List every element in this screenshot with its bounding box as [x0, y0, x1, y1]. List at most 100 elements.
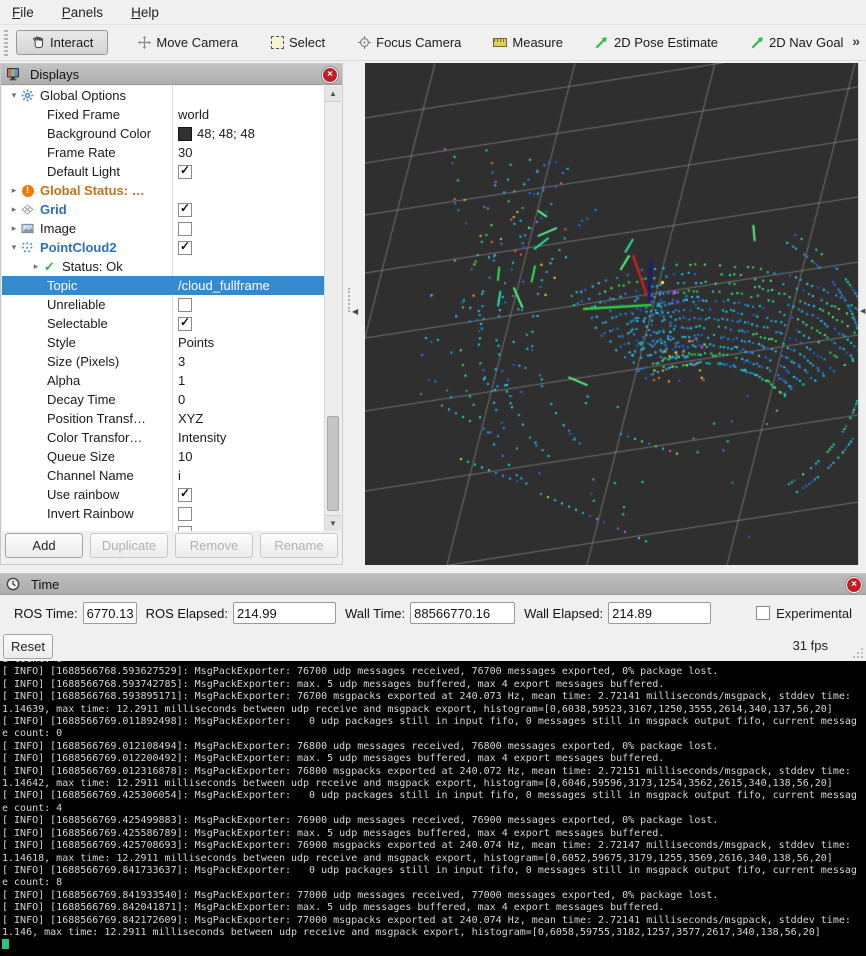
tool-move-camera[interactable]: Move Camera [128, 30, 247, 55]
property-value[interactable] [173, 238, 325, 257]
scrollbar-thumb[interactable] [327, 416, 339, 511]
property-value[interactable]: i [173, 466, 325, 485]
tool-select[interactable]: Select [261, 30, 334, 55]
tree-row-pointcloud2[interactable]: ▾PointCloud2 [2, 238, 325, 257]
tool-2d-pose-estimate[interactable]: 2D Pose Estimate [586, 30, 727, 55]
property-value[interactable] [173, 200, 325, 219]
property-name: Use rainbow [47, 487, 119, 502]
value-checkbox[interactable] [178, 203, 192, 217]
panel-splitter[interactable]: ◀ [343, 63, 365, 565]
tree-row-color-transfor[interactable]: Color Transfor…Intensity [2, 428, 325, 447]
scroll-up-icon[interactable]: ▲ [325, 86, 341, 102]
value-checkbox[interactable] [178, 507, 192, 521]
tree-row-global-options[interactable]: ▾Global Options [2, 86, 325, 105]
tree-row-unreliable[interactable]: Unreliable [2, 295, 325, 314]
ros-time-input[interactable] [83, 602, 137, 624]
add-button[interactable]: Add [5, 533, 83, 558]
property-value[interactable]: world [173, 105, 325, 124]
value-text: 0 [178, 392, 185, 407]
displays-close-icon[interactable]: × [322, 67, 338, 83]
collapse-right-icon[interactable]: ◀ [860, 307, 865, 315]
menu-item-file[interactable]: File [12, 5, 34, 20]
tree-row-alpha[interactable]: Alpha1 [2, 371, 325, 390]
expander-closed-icon[interactable]: ▸ [8, 204, 20, 215]
collapse-left-icon[interactable]: ◀ [352, 307, 358, 316]
property-value[interactable] [173, 295, 325, 314]
expander-open-icon[interactable]: ▾ [8, 90, 20, 101]
tree-row-fixed-frame[interactable]: Fixed Frameworld [2, 105, 325, 124]
property-value[interactable] [173, 504, 325, 523]
3d-viewport[interactable] [365, 63, 858, 565]
experimental-checkbox[interactable] [756, 606, 770, 620]
displays-panel-header[interactable]: Displays × [1, 64, 342, 85]
tree-row-frame-rate[interactable]: Frame Rate30 [2, 143, 325, 162]
tree-row-queue-size[interactable]: Queue Size10 [2, 447, 325, 466]
expander-open-icon[interactable]: ▾ [8, 242, 20, 253]
right-panel-splitter[interactable]: ◀ [858, 63, 866, 565]
tree-row[interactable] [2, 523, 325, 531]
time-panel-header[interactable]: Time × [0, 574, 866, 595]
tool-measure[interactable]: Measure [484, 30, 572, 55]
terminal-cursor [2, 939, 9, 949]
tree-row-global-status[interactable]: ▸!Global Status: … [2, 181, 325, 200]
splitter-handle-dots[interactable] [348, 288, 350, 312]
toolbar-drag-handle[interactable] [4, 30, 8, 56]
ros-elapsed-input[interactable] [233, 602, 336, 624]
property-value[interactable]: Intensity [173, 428, 325, 447]
reset-button[interactable]: Reset [3, 634, 53, 659]
tree-row-status-ok[interactable]: ▸✓Status: Ok [2, 257, 325, 276]
tree-row-background-color[interactable]: Background Color48; 48; 48 [2, 124, 325, 143]
property-value[interactable] [173, 219, 325, 238]
tree-row-selectable[interactable]: Selectable [2, 314, 325, 333]
tree-row-size-pixels[interactable]: Size (Pixels)3 [2, 352, 325, 371]
tree-row-channel-name[interactable]: Channel Namei [2, 466, 325, 485]
property-value[interactable] [173, 485, 325, 504]
property-value[interactable]: /cloud_fullframe [173, 276, 325, 295]
value-checkbox[interactable] [178, 488, 192, 502]
tree-row-image[interactable]: ▸Image [2, 219, 325, 238]
property-value[interactable]: 3 [173, 352, 325, 371]
tree-row-position-transf[interactable]: Position Transf…XYZ [2, 409, 325, 428]
scroll-down-icon[interactable]: ▼ [325, 515, 341, 531]
property-value[interactable]: XYZ [173, 409, 325, 428]
wall-elapsed-input[interactable] [608, 602, 711, 624]
value-checkbox[interactable] [178, 241, 192, 255]
time-close-icon[interactable]: × [846, 577, 862, 593]
tree-row-decay-time[interactable]: Decay Time0 [2, 390, 325, 409]
tree-row-default-light[interactable]: Default Light [2, 162, 325, 181]
tree-row-use-rainbow[interactable]: Use rainbow [2, 485, 325, 504]
property-value[interactable]: 48; 48; 48 [173, 124, 325, 143]
property-value[interactable]: Points [173, 333, 325, 352]
toolbar-overflow-chevron[interactable]: » [852, 33, 860, 49]
property-value[interactable]: 0 [173, 390, 325, 409]
tree-row-topic[interactable]: Topic/cloud_fullframe [2, 276, 325, 295]
tree-row-style[interactable]: StylePoints [2, 333, 325, 352]
property-value[interactable]: 10 [173, 447, 325, 466]
property-value[interactable] [173, 162, 325, 181]
resize-grip[interactable] [852, 647, 864, 659]
displays-scrollbar[interactable]: ▲ ▼ [324, 86, 341, 531]
expander-closed-icon[interactable]: ▸ [8, 185, 20, 196]
tree-row-invert-rainbow[interactable]: Invert Rainbow [2, 504, 325, 523]
value-checkbox[interactable] [178, 222, 192, 236]
wall-time-input[interactable] [410, 602, 515, 624]
image-icon [20, 222, 35, 236]
value-checkbox[interactable] [178, 317, 192, 331]
tree-row-grid[interactable]: ▸Grid [2, 200, 325, 219]
value-text: 3 [178, 354, 185, 369]
expander-closed-icon[interactable]: ▸ [8, 223, 20, 234]
value-checkbox[interactable] [178, 298, 192, 312]
log-line: 1.14618, max time: 12.2911 milliseconds … [2, 853, 866, 865]
tool-2d-nav-goal[interactable]: 2D Nav Goal [741, 30, 852, 55]
expander-closed-icon[interactable]: ▸ [30, 261, 42, 272]
value-checkbox[interactable] [178, 526, 192, 532]
property-value[interactable] [173, 523, 325, 531]
value-checkbox[interactable] [178, 165, 192, 179]
property-value[interactable]: 30 [173, 143, 325, 162]
property-value[interactable]: 1 [173, 371, 325, 390]
tool-focus-camera[interactable]: Focus Camera [348, 30, 470, 55]
tool-interact[interactable]: Interact [16, 30, 108, 55]
menu-item-panels[interactable]: Panels [62, 5, 103, 20]
property-value[interactable] [173, 314, 325, 333]
menu-item-help[interactable]: Help [131, 5, 159, 20]
